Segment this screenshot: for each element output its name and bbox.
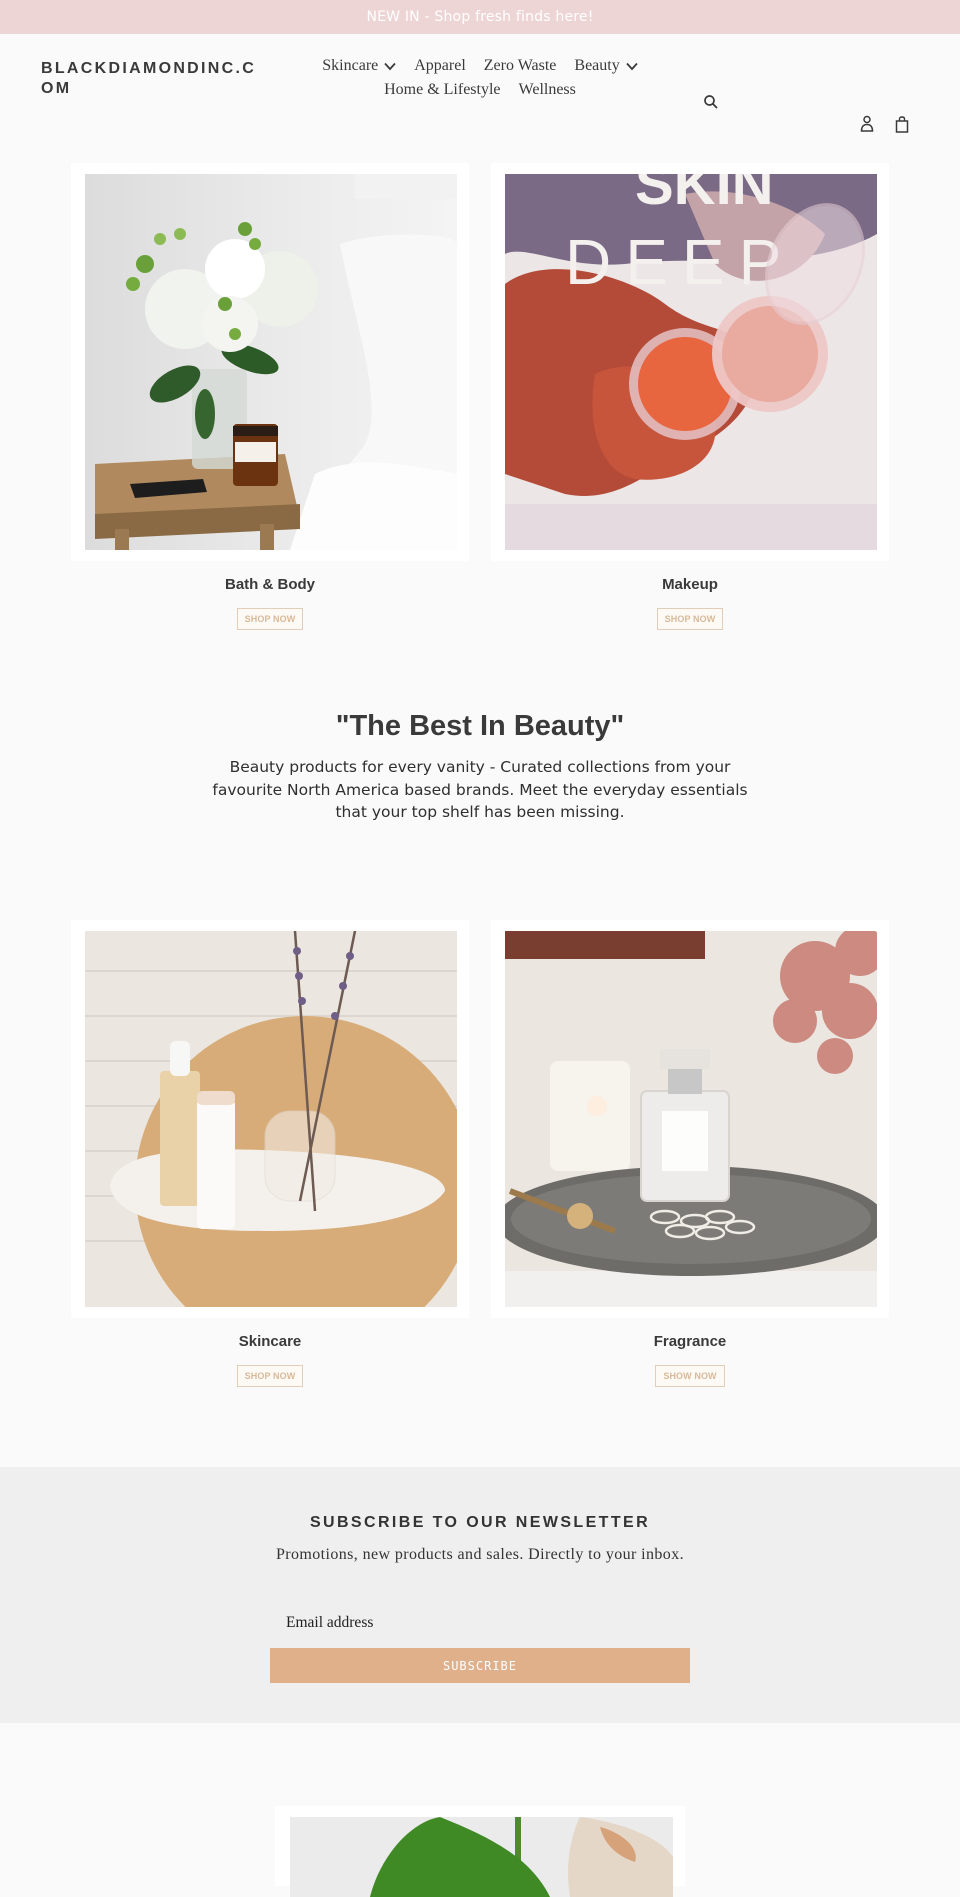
nav-item-apparel[interactable]: Apparel (405, 54, 475, 78)
collection-card-fragrance[interactable]: Fragrance SHOW NOW (491, 920, 889, 1387)
nav-label: Apparel (414, 57, 466, 74)
nav-item-skincare[interactable]: Skincare (313, 54, 405, 78)
svg-text:SKIN: SKIN (635, 174, 774, 217)
shop-now-button[interactable]: SHOP NOW (236, 1365, 304, 1387)
announcement-bar: NEW IN - Shop fresh finds here! (0, 0, 960, 34)
featured-image-frame (275, 1806, 685, 1897)
email-input[interactable] (270, 1603, 690, 1643)
shop-now-button[interactable]: SHOP NOW (236, 608, 304, 630)
collection-image-skincare[interactable] (85, 931, 457, 1307)
collection-title[interactable]: Bath & Body (71, 576, 469, 596)
nav-label: Home & Lifestyle (384, 81, 501, 98)
nav-item-home-lifestyle[interactable]: Home & Lifestyle (375, 78, 509, 102)
account-button[interactable] (857, 114, 877, 134)
shop-now-button[interactable]: SHOW NOW (655, 1365, 725, 1387)
search-icon (704, 95, 718, 109)
nav-item-beauty[interactable]: Beauty (565, 54, 646, 78)
nav-item-zero-waste[interactable]: Zero Waste (475, 54, 566, 78)
newsletter-subtext: Promotions, new products and sales. Dire… (276, 1546, 684, 1563)
intro-heading: "The Best In Beauty" (335, 710, 625, 742)
search-button[interactable] (701, 92, 721, 112)
collection-image-frame (71, 163, 469, 561)
intro-body: Beauty products for every vanity - Curat… (212, 758, 748, 821)
collection-card-makeup[interactable]: SKIN DEEP Makeup SHOP NOW (491, 163, 889, 630)
site-header: BLACKDIAMONDINC.COM Skincare Apparel Zer… (0, 34, 960, 133)
newsletter-heading: SUBSCRIBE TO OUR NEWSLETTER (309, 1514, 651, 1531)
nav-label: Zero Waste (483, 57, 557, 74)
collection-image-makeup[interactable]: SKIN DEEP (505, 174, 877, 550)
nav-label: Wellness (518, 81, 576, 98)
collection-image-frame (71, 920, 469, 1318)
account-icon (860, 115, 874, 132)
newsletter-section: SUBSCRIBE TO OUR NEWSLETTER Promotions, … (0, 1467, 960, 1723)
subscribe-button[interactable]: SUBSCRIBE (270, 1648, 690, 1683)
collection-card-skincare[interactable]: Skincare SHOP NOW (71, 920, 469, 1387)
shop-now-button[interactable]: SHOP NOW (656, 608, 724, 630)
chevron-down-icon (384, 62, 396, 71)
main-nav: Skincare Apparel Zero Waste Beauty Home … (290, 54, 670, 102)
collection-title[interactable]: Skincare (71, 1333, 469, 1353)
cart-icon (895, 115, 909, 133)
nav-label: Beauty (574, 57, 620, 74)
collection-image-bath-body[interactable] (85, 174, 457, 550)
intro-section: "The Best In Beauty" Beauty products for… (200, 706, 760, 824)
collection-card-bath-body[interactable]: Bath & Body SHOP NOW (71, 163, 469, 630)
svg-text:DEEP: DEEP (565, 226, 795, 298)
site-logo[interactable]: BLACKDIAMONDINC.COM (41, 59, 261, 99)
nav-label: Skincare (322, 57, 379, 74)
collection-title[interactable]: Makeup (491, 576, 889, 596)
nav-item-wellness[interactable]: Wellness (510, 78, 585, 102)
collection-grid-bottom: Skincare SHOP NOW Fragrance SHOW NOW (71, 920, 889, 1387)
collection-image-fragrance[interactable] (505, 931, 877, 1307)
announcement-link[interactable]: NEW IN - Shop fresh finds here! (366, 9, 593, 25)
chevron-down-icon (626, 62, 638, 71)
collection-title[interactable]: Fragrance (491, 1333, 889, 1353)
collection-image-frame: SKIN DEEP (491, 163, 889, 561)
featured-image[interactable] (290, 1817, 673, 1897)
cart-button[interactable] (892, 114, 912, 134)
collection-grid-top: Bath & Body SHOP NOW SKIN DEEP Makeup SH… (71, 163, 889, 630)
collection-image-frame (491, 920, 889, 1318)
